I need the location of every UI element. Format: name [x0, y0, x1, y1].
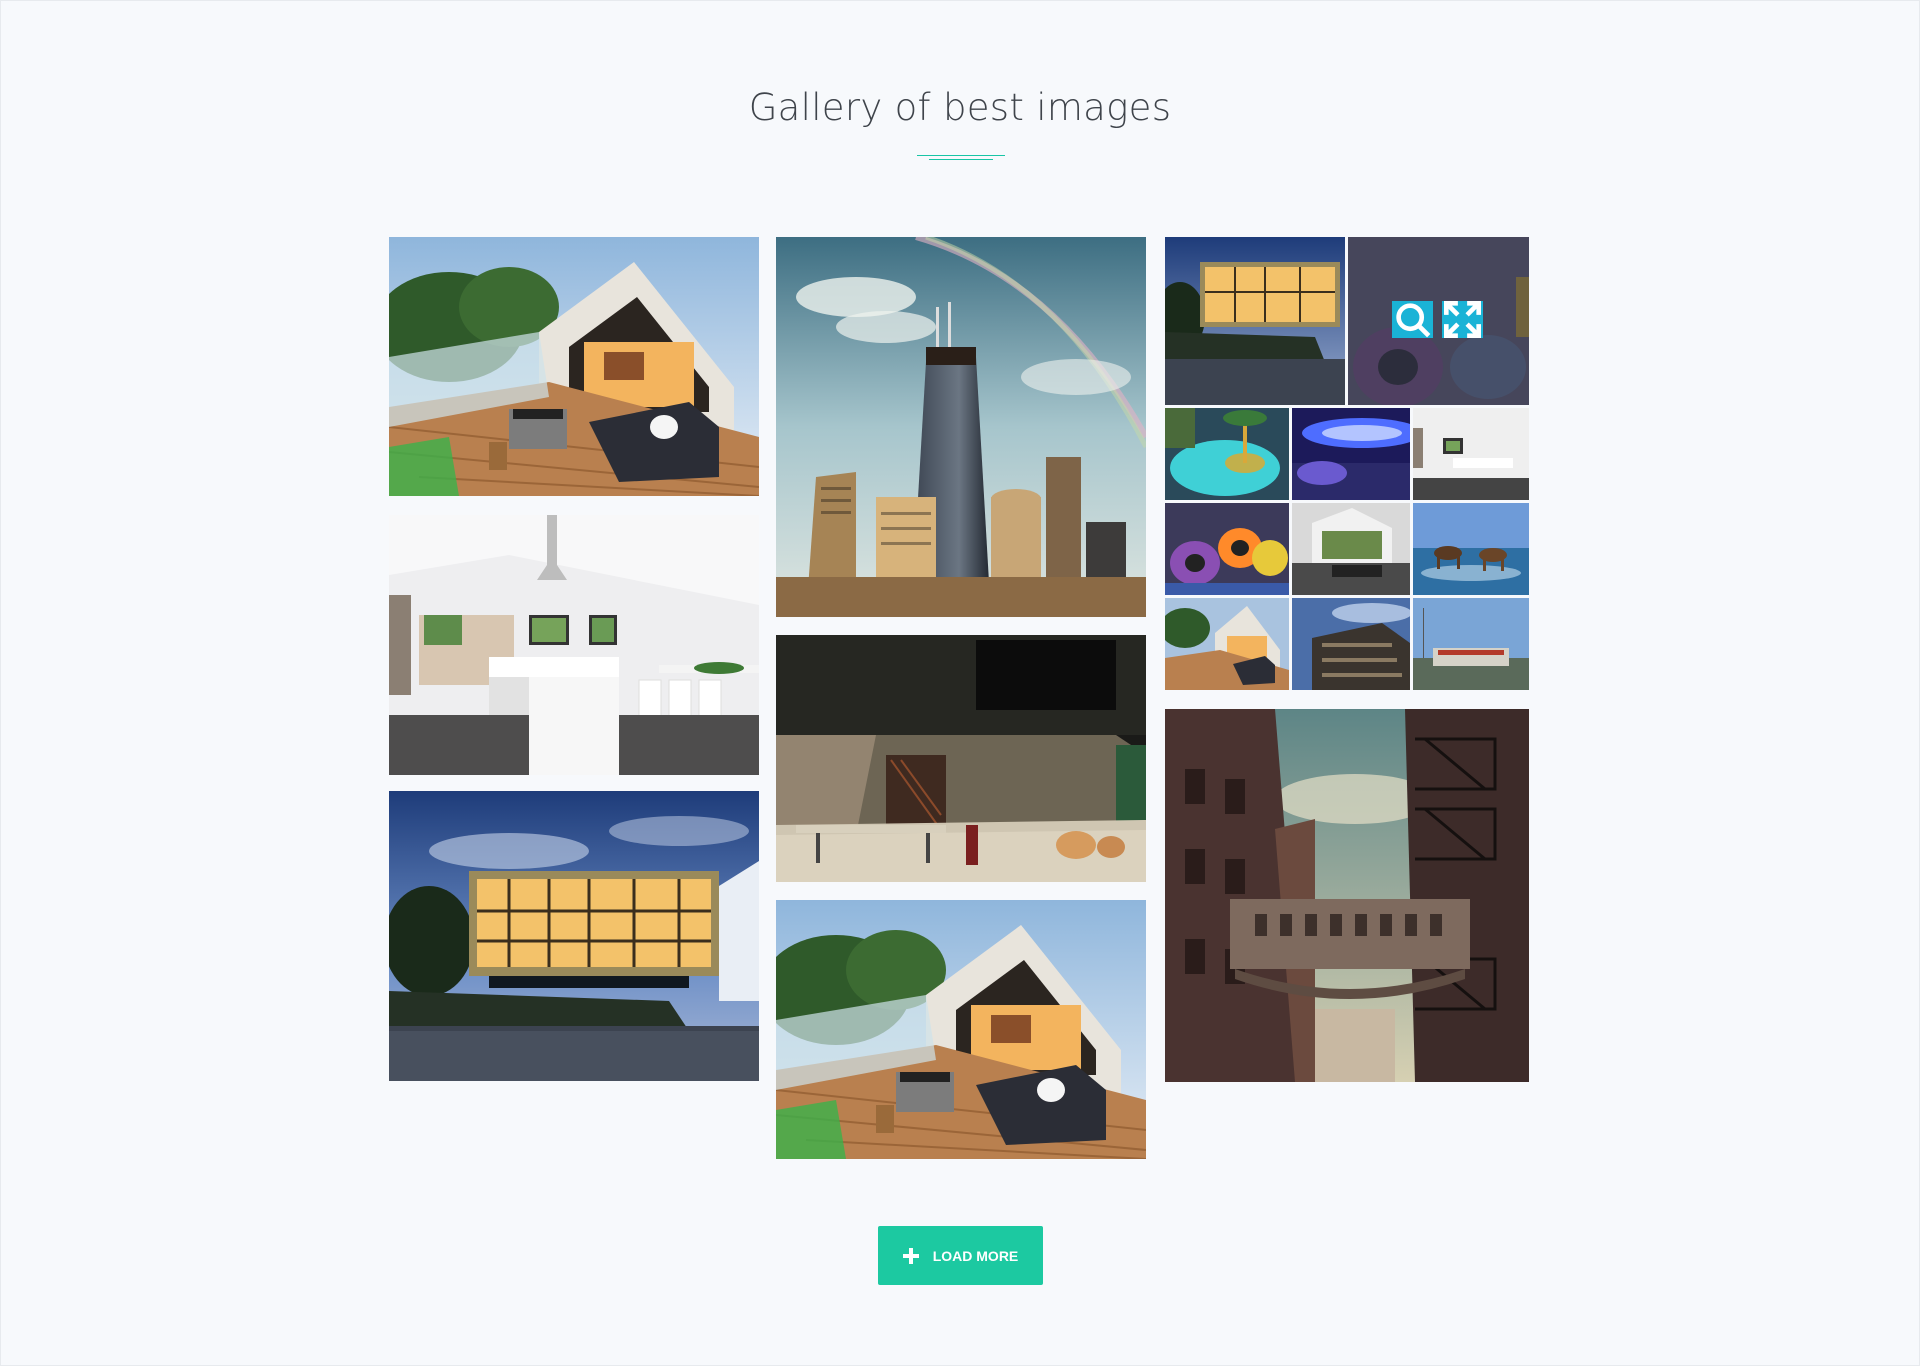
plus-icon — [902, 1247, 919, 1264]
gallery-thumb-horses-water[interactable] — [1413, 503, 1529, 595]
gallery-thumb-rooftop-deck[interactable] — [1165, 598, 1289, 690]
gallery-image-skyscraper-rainbow[interactable] — [776, 237, 1146, 617]
gallery-image-hovered[interactable] — [1348, 237, 1529, 405]
fullscreen-button[interactable] — [1442, 301, 1483, 338]
gallery-thumb-open-living[interactable] — [1292, 503, 1410, 595]
load-more-button[interactable]: LOAD MORE — [878, 1226, 1043, 1285]
search-icon — [1396, 303, 1431, 338]
gallery-thumb-apartment-building[interactable] — [1292, 598, 1410, 690]
gallery-thumb-pool[interactable] — [1165, 408, 1289, 500]
gallery-image-alley-bridge[interactable] — [1165, 709, 1529, 1082]
gallery-thumb-colorful-pods[interactable] — [1165, 503, 1289, 595]
gallery-image-dark-interior[interactable] — [776, 635, 1146, 882]
gallery-image-house-thumb[interactable] — [1165, 237, 1345, 405]
gallery-image-rooftop-deck-2[interactable] — [776, 900, 1146, 1159]
gallery-image-rooftop-deck[interactable] — [389, 237, 759, 496]
load-more-label: LOAD MORE — [932, 1247, 1019, 1264]
title-divider — [917, 155, 1005, 161]
gallery-thumb-stadium[interactable] — [1413, 598, 1529, 690]
gallery-thumb-blue-lounge[interactable] — [1292, 408, 1410, 500]
gallery-title: Gallery of best images — [748, 86, 1172, 129]
gallery-thumb-kitchen[interactable] — [1413, 408, 1529, 500]
gallery-image-white-kitchen[interactable] — [389, 515, 759, 775]
expand-icon — [1444, 301, 1481, 338]
gallery-image-modern-house-night[interactable] — [389, 791, 759, 1081]
zoom-button[interactable] — [1392, 301, 1433, 338]
